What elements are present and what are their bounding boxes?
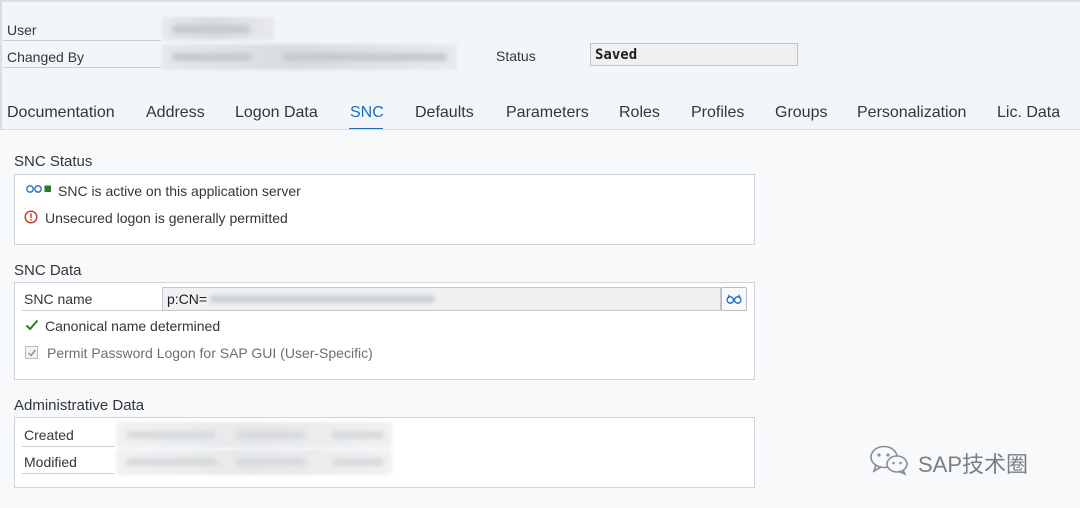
watermark-text: SAP技术圈 [918,452,1029,477]
changed-by-blurred-name [172,53,252,61]
tab-roles[interactable]: Roles [619,104,660,122]
tab-groups[interactable]: Groups [775,104,827,122]
user-label-underline [3,40,161,41]
created-blurred-date [236,431,306,439]
wechat-icon [870,445,908,476]
canonical-name-message: Canonical name determined [45,318,221,334]
snc-status-title: SNC Status [14,153,93,170]
modified-blurred-user [126,458,218,466]
tab-defaults[interactable]: Defaults [415,104,474,122]
snc-active-message: SNC is active on this application server [58,183,301,199]
modified-blurred-time [332,458,384,466]
admin-data-title: Administrative Data [14,397,145,414]
tab-logon-data[interactable]: Logon Data [235,104,318,122]
tab-parameters[interactable]: Parameters [506,104,589,122]
unsecured-logon-message: Unsecured logon is generally permitted [45,210,288,226]
snc-name-label-underline [22,310,162,311]
user-label: User [7,22,37,38]
snc-name-label: SNC name [24,291,93,307]
tab-strip: Documentation Address Logon Data SNC Def… [0,104,1080,130]
status-label: Status [496,48,536,64]
tab-snc[interactable]: SNC [350,104,384,122]
warning-circle-icon [24,210,38,224]
tab-lic-data[interactable]: Lic. Data [997,104,1060,122]
value-help-button[interactable] [721,287,747,311]
created-blurred-time [332,431,384,439]
snc-data-title: SNC Data [14,262,82,279]
snc-name-value: p:CN= [167,291,208,307]
changed-by-label-underline [3,67,161,68]
glasses-icon [726,294,742,304]
changed-by-label: Changed By [7,49,85,65]
permit-password-checkbox[interactable] [25,346,38,359]
tab-profiles[interactable]: Profiles [691,104,744,122]
tab-personalization[interactable]: Personalization [857,104,966,122]
permit-password-label: Permit Password Logon for SAP GUI (User-… [47,345,373,361]
checkmark-icon [25,319,39,331]
created-blurred-user [126,431,216,439]
modified-label-underline [22,473,114,474]
tab-address[interactable]: Address [146,104,205,122]
checkbox-check-icon [28,349,37,357]
modified-label: Modified [24,454,77,470]
tab-documentation[interactable]: Documentation [7,104,115,122]
window-top-border [0,0,1080,2]
snc-name-blurred-text [210,295,435,303]
snc-active-icon [26,185,51,193]
status-field[interactable]: Saved [590,43,798,66]
modified-blurred-date [236,458,306,466]
user-value-blurred-text [172,25,250,33]
changed-by-blurred-date [282,53,447,61]
created-label: Created [24,427,74,443]
created-label-underline [22,446,114,447]
